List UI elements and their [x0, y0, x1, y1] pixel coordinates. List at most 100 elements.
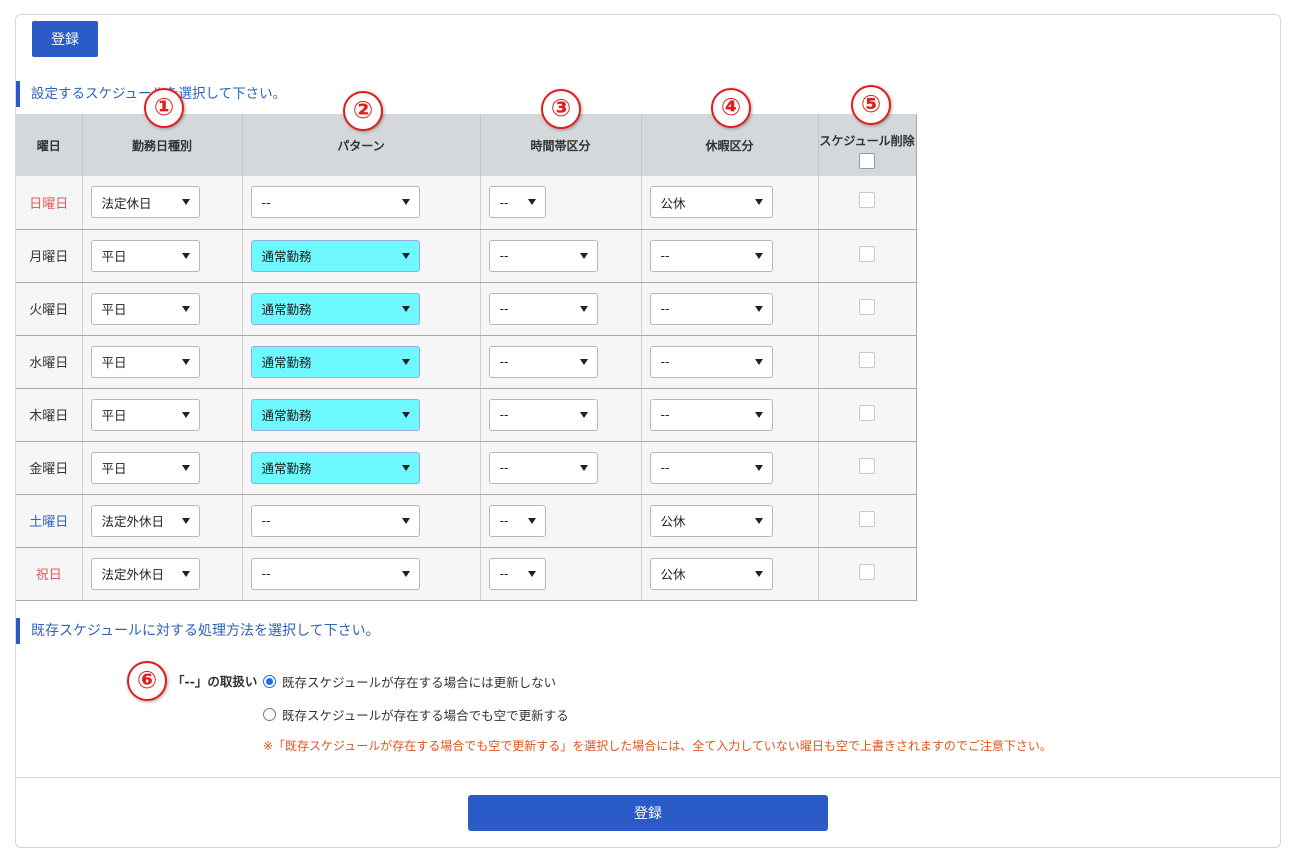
time-slot-cell: -- [480, 282, 642, 336]
leave-select[interactable]: -- [649, 239, 773, 272]
chevron-down-icon [579, 358, 588, 365]
leave-cell: 公休 [641, 547, 819, 601]
work-type-select[interactable]: 平日 [90, 239, 200, 272]
leave-select[interactable]: -- [649, 398, 773, 431]
chevron-down-icon [579, 252, 588, 259]
work-type-select[interactable]: 平日 [90, 345, 200, 378]
delete-checkbox[interactable] [859, 510, 875, 527]
delete-checkbox[interactable] [859, 563, 875, 580]
work-type-value: 法定外休日 [101, 567, 165, 582]
leave-select[interactable]: 公休 [649, 504, 773, 537]
day-cell: 土曜日 [16, 494, 83, 548]
chevron-down-icon [181, 517, 190, 524]
work-type-select[interactable]: 法定外休日 [90, 504, 200, 537]
day-cell: 木曜日 [16, 388, 83, 442]
leave-select[interactable]: 公休 [649, 557, 773, 590]
day-cell: 金曜日 [16, 441, 83, 495]
chevron-down-icon [579, 464, 588, 471]
radio-no-update[interactable] [263, 675, 276, 688]
handling-label: 「--」の取扱い [172, 674, 258, 689]
chevron-down-icon [181, 305, 190, 312]
delete-checkbox[interactable] [859, 192, 875, 209]
delete-checkbox[interactable] [859, 404, 875, 421]
pattern-select[interactable]: -- [250, 186, 420, 219]
table-row: 木曜日 平日 通常勤務 -- -- [16, 388, 917, 442]
radio-update-empty[interactable] [263, 708, 276, 721]
leave-value: 公休 [660, 195, 686, 211]
leave-value: -- [660, 407, 670, 422]
table-row: 日曜日 法定休日 -- -- 公休 [16, 176, 917, 230]
delete-all-checkbox[interactable] [859, 152, 875, 169]
register-button-bottom[interactable]: 登録 [468, 795, 828, 831]
work-type-cell: 平日 [82, 388, 243, 442]
time-slot-cell: -- [480, 335, 642, 389]
time-slot-select[interactable]: -- [488, 451, 598, 484]
work-type-select[interactable]: 平日 [90, 451, 200, 484]
marker-2: ② [343, 91, 383, 131]
pattern-select[interactable]: 通常勤務 [250, 239, 420, 272]
time-slot-select[interactable]: -- [488, 186, 546, 219]
chevron-down-icon [754, 305, 763, 312]
delete-cell [818, 176, 917, 230]
chevron-down-icon [401, 358, 410, 365]
time-slot-cell: -- [480, 229, 642, 283]
pattern-value: 通常勤務 [261, 355, 312, 370]
time-slot-value: -- [499, 194, 509, 210]
work-type-select[interactable]: 平日 [90, 292, 200, 325]
pattern-select[interactable]: -- [250, 557, 420, 590]
work-type-value: 平日 [101, 249, 127, 264]
day-cell: 月曜日 [16, 229, 83, 283]
leave-select[interactable]: -- [649, 345, 773, 378]
day-cell: 日曜日 [16, 176, 83, 230]
work-type-cell: 法定外休日 [82, 494, 243, 548]
pattern-cell: 通常勤務 [242, 282, 481, 336]
delete-cell [818, 335, 917, 389]
delete-checkbox[interactable] [859, 298, 875, 315]
delete-checkbox[interactable] [859, 457, 875, 474]
work-type-value: 平日 [101, 302, 127, 317]
time-slot-select[interactable]: -- [488, 239, 598, 272]
work-type-select[interactable]: 法定休日 [90, 186, 200, 219]
time-slot-select[interactable]: -- [488, 345, 598, 378]
time-slot-select[interactable]: -- [488, 398, 598, 431]
pattern-select[interactable]: 通常勤務 [250, 398, 420, 431]
register-button-top[interactable]: 登録 [32, 21, 98, 57]
pattern-select[interactable]: 通常勤務 [250, 345, 420, 378]
delete-cell [818, 282, 917, 336]
work-type-select[interactable]: 法定外休日 [90, 557, 200, 590]
time-slot-select[interactable]: -- [488, 292, 598, 325]
time-slot-value: -- [499, 407, 509, 422]
option-update-empty[interactable]: 既存スケジュールが存在する場合でも空で更新する [263, 705, 569, 724]
work-type-select[interactable]: 平日 [90, 398, 200, 431]
time-slot-select[interactable]: -- [488, 504, 546, 537]
table-row: 水曜日 平日 通常勤務 -- -- [16, 335, 917, 389]
delete-checkbox[interactable] [859, 351, 875, 368]
chevron-down-icon [754, 252, 763, 259]
delete-checkbox[interactable] [859, 245, 875, 262]
leave-cell: -- [641, 388, 819, 442]
leave-cell: -- [641, 441, 819, 495]
option-no-update[interactable]: 既存スケジュールが存在する場合には更新しない [263, 672, 556, 691]
pattern-select[interactable]: -- [250, 504, 420, 537]
chevron-down-icon [401, 517, 410, 524]
pattern-cell: 通常勤務 [242, 335, 481, 389]
pattern-cell: -- [242, 494, 481, 548]
delete-cell [818, 441, 917, 495]
option-update-empty-label: 既存スケジュールが存在する場合でも空で更新する [282, 708, 569, 723]
pattern-select[interactable]: 通常勤務 [250, 292, 420, 325]
time-slot-select[interactable]: -- [488, 557, 546, 590]
leave-cell: -- [641, 282, 819, 336]
pattern-select[interactable]: 通常勤務 [250, 451, 420, 484]
pattern-value: 通常勤務 [261, 302, 312, 317]
chevron-down-icon [579, 305, 588, 312]
leave-select[interactable]: -- [649, 292, 773, 325]
pattern-value: 通常勤務 [261, 461, 312, 476]
leave-select[interactable]: -- [649, 451, 773, 484]
chevron-down-icon [754, 199, 763, 206]
work-type-value: 平日 [101, 408, 127, 423]
leave-value: -- [660, 460, 670, 475]
leave-select[interactable]: 公休 [649, 186, 773, 219]
work-type-cell: 法定休日 [82, 176, 243, 230]
table-row: 火曜日 平日 通常勤務 -- -- [16, 282, 917, 336]
chevron-down-icon [527, 570, 536, 577]
